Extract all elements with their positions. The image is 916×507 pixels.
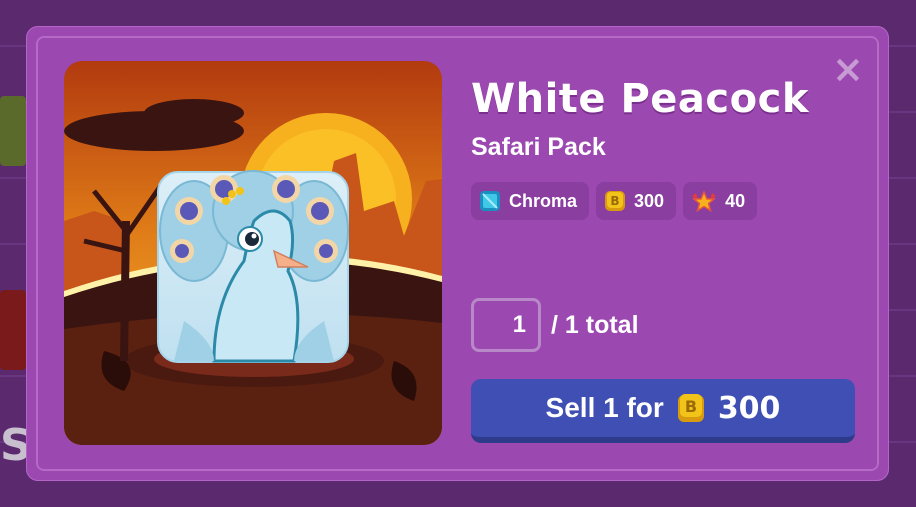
token-coin-icon: B bbox=[605, 191, 626, 211]
quantity-row: / 1 total bbox=[471, 298, 639, 352]
close-icon[interactable]: × bbox=[832, 50, 864, 88]
quantity-input[interactable] bbox=[471, 298, 541, 352]
rarity-badge: Chroma bbox=[471, 182, 590, 220]
sell-price: 300 bbox=[717, 390, 781, 426]
item-badges: Chroma B 300 40 bbox=[471, 182, 758, 220]
item-pack-name: Safari Pack bbox=[471, 133, 606, 161]
chroma-gem-icon bbox=[480, 191, 500, 211]
item-title: White Peacock bbox=[471, 76, 809, 122]
sell-button[interactable]: Sell 1 for B 300 bbox=[471, 379, 855, 443]
xp-badge: 40 bbox=[683, 182, 758, 220]
xp-star-icon bbox=[691, 190, 717, 212]
safari-peacock-illustration bbox=[64, 61, 442, 445]
item-artwork bbox=[64, 61, 442, 445]
xp-label: 40 bbox=[725, 190, 746, 211]
svg-text:B: B bbox=[610, 194, 619, 208]
sell-button-label: Sell 1 for bbox=[545, 392, 664, 423]
background-item-thumbnail bbox=[0, 290, 26, 370]
svg-text:B: B bbox=[685, 397, 697, 416]
background-item-thumbnail bbox=[0, 96, 26, 166]
quantity-total: / 1 total bbox=[551, 310, 639, 339]
token-coin-icon: B bbox=[677, 394, 704, 422]
value-label: 300 bbox=[634, 190, 665, 211]
rarity-label: Chroma bbox=[509, 190, 578, 211]
peacock-tile bbox=[157, 170, 349, 363]
value-badge: B 300 bbox=[596, 182, 677, 220]
